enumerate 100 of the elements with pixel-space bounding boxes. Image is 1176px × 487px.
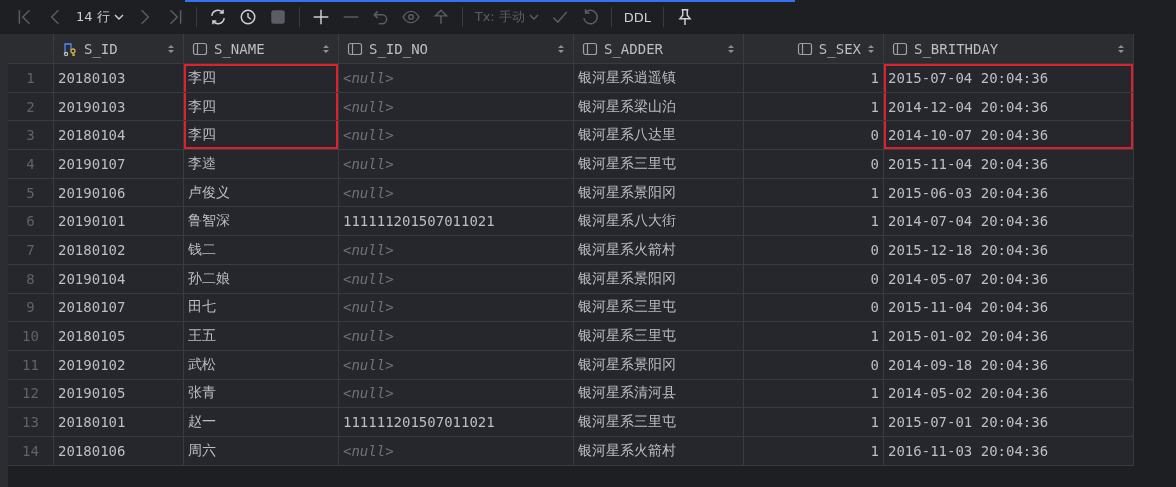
column-icon [582,40,598,57]
table-cell: 钱二 [184,236,339,265]
table-cell: <null> [339,350,574,380]
sort-icon[interactable] [867,42,875,55]
table-cell: <null> [339,293,574,323]
table-cell: 20180102 [54,236,184,265]
table-cell: <null> [339,236,574,265]
table-cell: <null> [339,436,574,466]
table-cell: 20180103 [54,64,184,93]
column-icon [892,40,908,57]
table-cell: <null> [339,92,574,122]
row-number: 2 [8,92,54,122]
table-cell: 李四 [184,92,339,122]
column-header[interactable]: S_ADDER [574,34,744,64]
table-cell: 1 [744,207,884,237]
table-cell: 李四 [184,64,339,93]
table-cell: 20180105 [54,322,184,351]
table-cell: 2015-11-04 20:04:36 [884,293,1134,323]
table-cell: 0 [744,236,884,265]
table-cell: 1 [744,178,884,208]
table-cell: 张青 [184,379,339,409]
table-cell: 1 [744,379,884,409]
table-cell: 20190105 [54,379,184,409]
table-cell: 2014-12-04 20:04:36 [884,92,1134,122]
column-header[interactable]: S_ID [54,34,184,64]
table-cell: 银河星系八达里 [574,121,744,151]
table-cell: 2016-11-03 20:04:36 [884,436,1134,466]
row-number: 12 [8,379,54,409]
table-cell: 赵一 [184,408,339,437]
table-cell: 1 [744,436,884,466]
table-cell: 2015-07-01 20:04:36 [884,408,1134,437]
refresh-icon[interactable] [208,8,227,26]
table-cell: <null> [339,121,574,151]
table-cell: <null> [339,379,574,409]
table-cell: 20180104 [54,121,184,151]
table-cell: 1 [744,64,884,93]
table-cell: 2015-11-04 20:04:36 [884,150,1134,179]
row-number: 10 [8,322,54,351]
table-cell: 2014-09-18 20:04:36 [884,350,1134,380]
table-cell: 0 [744,293,884,323]
plus-icon[interactable] [311,8,330,26]
row-number: 14 [8,436,54,466]
table-cell: 0 [744,350,884,380]
table-cell: 李四 [184,121,339,151]
table-cell: <null> [339,64,574,93]
row-number: 13 [8,408,54,437]
ddl-button[interactable]: DDL [617,9,658,25]
table-cell: 20190104 [54,264,184,294]
sort-icon[interactable] [557,42,565,55]
column-header[interactable]: S_NAME [184,34,339,64]
table-cell: 田七 [184,293,339,323]
sort-icon[interactable] [1117,42,1125,55]
row-number: 8 [8,264,54,294]
table-cell: 1 [744,322,884,351]
table-cell: 20180101 [54,408,184,437]
table-cell: 银河星系三里屯 [574,293,744,323]
table-cell: 银河星系景阳冈 [574,178,744,208]
table-cell: 李逵 [184,150,339,179]
table-cell: 银河星系景阳冈 [574,350,744,380]
table-cell: 2014-05-02 20:04:36 [884,379,1134,409]
table-cell: <null> [339,150,574,179]
table-cell: 0 [744,264,884,294]
table-cell: 周六 [184,436,339,466]
table-cell: <null> [339,264,574,294]
table-cell: 银河星系清河县 [574,379,744,409]
table-cell: 王五 [184,322,339,351]
table-cell: 111111201507011021 [339,207,574,237]
table-cell: 2014-05-07 20:04:36 [884,264,1134,294]
table-cell: 0 [744,121,884,151]
table-cell: 20190107 [54,150,184,179]
table-cell: 银河星系三里屯 [574,408,744,437]
table-cell: 卢俊义 [184,178,339,208]
sort-icon[interactable] [322,42,330,55]
table-cell: 2015-01-02 20:04:36 [884,322,1134,351]
table-cell: <null> [339,322,574,351]
table-cell: 111111201507011021 [339,408,574,437]
sort-icon[interactable] [167,42,175,55]
sort-icon[interactable] [727,42,735,55]
column-header[interactable]: S_SEX [744,34,884,64]
table-cell: 0 [744,150,884,179]
table-cell: 2014-07-04 20:04:36 [884,207,1134,237]
column-header[interactable]: S_BRITHDAY [884,34,1134,64]
column-icon [192,40,208,57]
table-cell: 20180107 [54,293,184,323]
table-cell: 银河星系八大街 [574,207,744,237]
column-icon [796,40,813,57]
column-header[interactable]: S_ID_NO [339,34,574,64]
table-cell: 1 [744,408,884,437]
column-icon [347,40,363,57]
key-column-icon [62,40,78,57]
table-cell: 银河星系三里屯 [574,150,744,179]
table-cell: 银河星系三里屯 [574,322,744,351]
dropdown-button[interactable]: 14 行 [70,8,130,26]
table-cell: 银河星系火箭村 [574,236,744,265]
table-cell: 银河星系逍遥镇 [574,64,744,93]
table-cell: 银河星系火箭村 [574,436,744,466]
clock-icon[interactable] [238,8,257,26]
table-cell: 20190101 [54,207,184,237]
row-number: 11 [8,350,54,380]
table-cell: 2015-12-18 20:04:36 [884,236,1134,265]
